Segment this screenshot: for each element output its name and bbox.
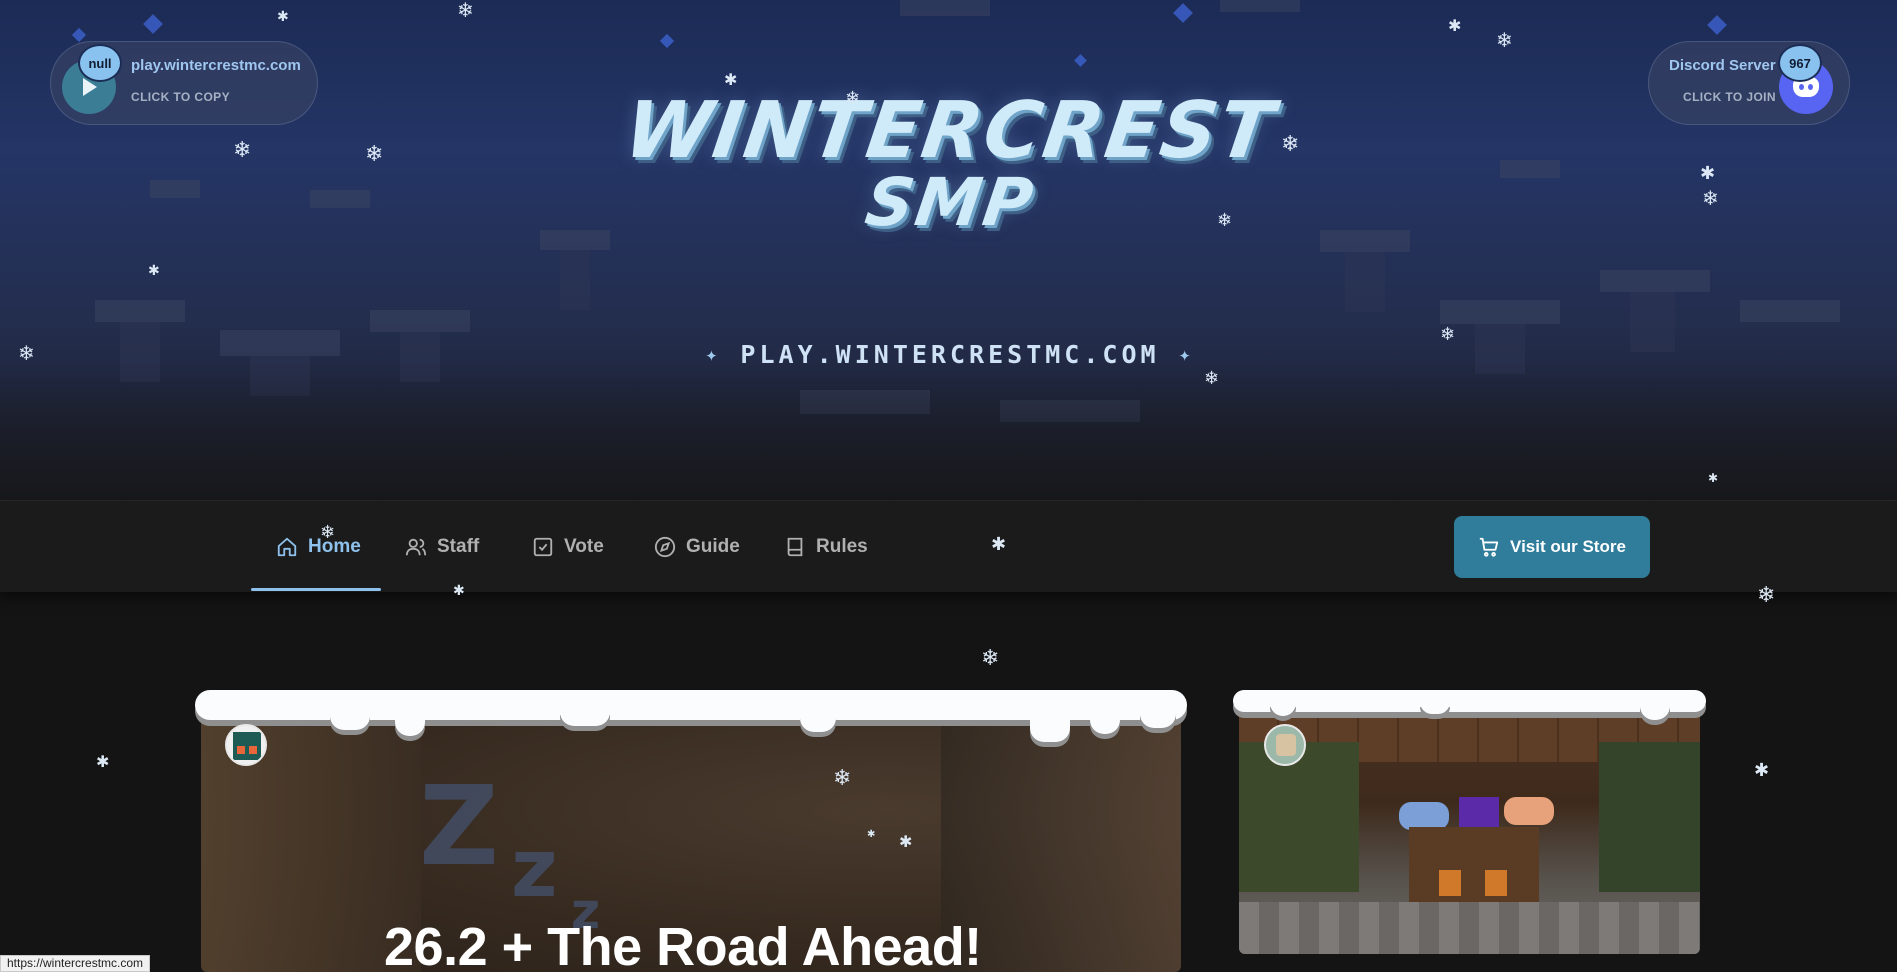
snowflake-icon: ❄: [1702, 186, 1719, 210]
author-avatar[interactable]: [225, 724, 267, 766]
diamond-decoration: [1173, 3, 1193, 23]
snowflake-icon: ✱: [277, 9, 289, 25]
side-post-card[interactable]: [1239, 702, 1700, 954]
visit-store-button[interactable]: Visit our Store: [1454, 516, 1650, 578]
site-logo[interactable]: WINTERCREST SMP: [600, 86, 1300, 241]
snowflake-icon: ✱: [724, 70, 738, 89]
diamond-decoration: [1707, 15, 1727, 35]
nav-item-label: Guide: [686, 536, 740, 557]
checkbox-icon: [533, 537, 553, 557]
home-icon: [277, 537, 297, 557]
logo-subtitle-line: SMP: [860, 164, 1040, 241]
snowflake-icon: ❄: [1217, 210, 1233, 231]
snowflake-icon: ✱: [1448, 16, 1462, 35]
book-icon: [787, 537, 803, 557]
logo-title-line: WINTERCREST: [619, 86, 1281, 176]
copy-hint: CLICK TO COPY: [131, 90, 230, 104]
post-title[interactable]: 26.2 + The Road Ahead!: [384, 916, 982, 972]
snowflake-icon: ❄: [320, 522, 336, 543]
snowflake-icon: ❄: [233, 138, 252, 163]
snowflake-icon: ❄: [457, 0, 474, 22]
store-button-label: Visit our Store: [1510, 537, 1626, 556]
snowflake-icon: ❄: [18, 341, 35, 365]
snowflake-icon: ✱: [1700, 163, 1716, 184]
join-hint: CLICK TO JOIN: [1683, 90, 1776, 104]
cart-icon: [1479, 537, 1499, 557]
users-icon: [405, 538, 427, 556]
snowflake-icon: ✱: [148, 263, 160, 279]
nav-item-home[interactable]: Home: [276, 501, 361, 593]
sparkle-icon: ✦: [705, 342, 722, 366]
nav-item-vote[interactable]: Vote: [532, 501, 604, 593]
snowflake-icon: ❄: [1757, 583, 1776, 608]
compass-icon: [654, 536, 676, 558]
nav-item-label: Rules: [816, 536, 868, 557]
diamond-decoration: [143, 14, 163, 34]
discord-member-badge: 967: [1778, 44, 1822, 82]
snowflake-icon: ✱: [899, 832, 913, 851]
sparkle-icon: ✦: [1178, 342, 1195, 366]
author-avatar[interactable]: [1264, 724, 1306, 766]
nav-item-rules[interactable]: Rules: [784, 501, 868, 593]
copy-server-ip-button[interactable]: null play.wintercrestmc.com CLICK TO COP…: [50, 41, 318, 125]
main-navigation: Home Staff Vote Guide Rules Visit our St…: [0, 500, 1897, 592]
snowflake-icon: ✱: [991, 534, 1007, 555]
snowflake-icon: ❄: [1204, 368, 1220, 389]
snowflake-icon: ✱: [867, 829, 876, 840]
snowflake-icon: ✱: [1754, 760, 1770, 781]
server-address: play.wintercrestmc.com: [131, 57, 301, 74]
snowflake-icon: ❄: [845, 88, 861, 109]
diamond-decoration: [71, 27, 87, 43]
snowflake-icon: ❄: [1440, 324, 1456, 345]
server-ip-label: PLAY.WINTERCRESTMC.COM: [740, 340, 1160, 369]
snowflake-icon: ❄: [1496, 28, 1513, 52]
nav-item-staff[interactable]: Staff: [405, 501, 479, 593]
diamond-decoration: [1074, 54, 1087, 67]
nav-item-guide[interactable]: Guide: [654, 501, 740, 593]
discord-title: Discord Server: [1669, 57, 1776, 74]
server-ip-text[interactable]: ✦ PLAY.WINTERCRESTMC.COM ✦: [700, 340, 1200, 369]
snowflake-icon: ✱: [96, 752, 110, 771]
active-tab-indicator: [251, 588, 381, 591]
diamond-decoration: [659, 33, 675, 49]
snowflake-icon: ❄: [365, 142, 384, 167]
link-status-bar: https://wintercrestmc.com: [0, 955, 151, 972]
nav-item-label: Staff: [437, 536, 480, 557]
join-discord-button[interactable]: Discord Server CLICK TO JOIN 967: [1648, 41, 1850, 125]
snowflake-icon: ✱: [1708, 471, 1719, 485]
snowflake-icon: ❄: [1281, 132, 1300, 157]
snowflake-icon: ✱: [453, 583, 465, 599]
player-count-badge: null: [78, 44, 122, 82]
nav-item-label: Vote: [564, 536, 604, 557]
snowflake-icon: ❄: [833, 766, 852, 791]
snowflake-icon: ❄: [981, 646, 1000, 671]
snow-decoration: [1233, 690, 1706, 712]
